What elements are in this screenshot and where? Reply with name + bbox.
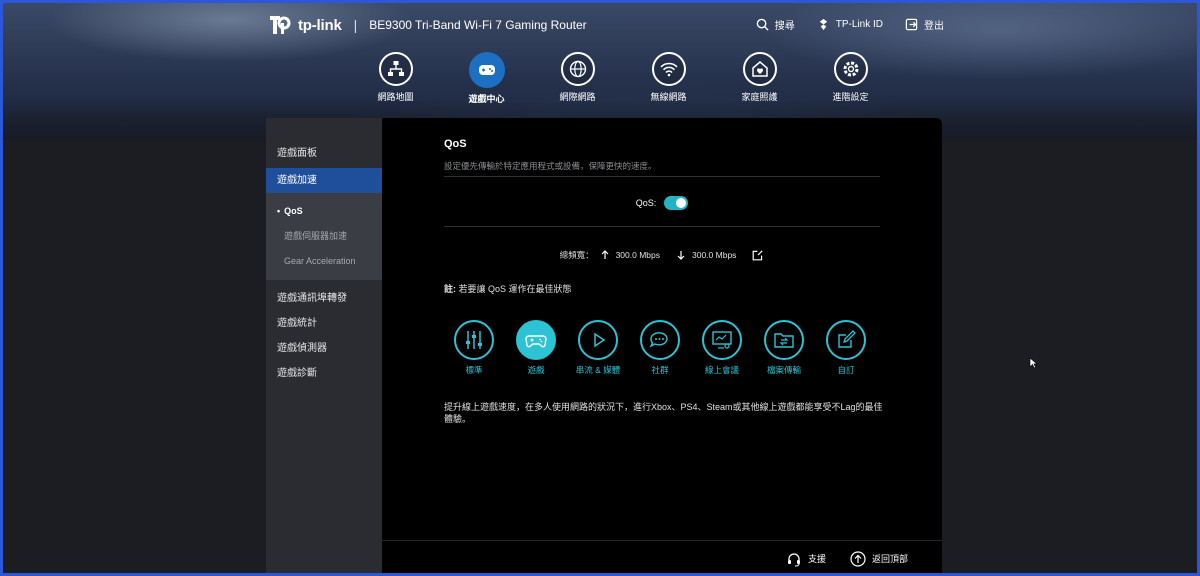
tplink-id-icon bbox=[819, 18, 827, 31]
nav-label: 無線網路 bbox=[650, 92, 687, 102]
mode-label: 社群 bbox=[651, 365, 669, 375]
upload-arrow-icon bbox=[601, 250, 609, 259]
search-button[interactable]: 搜尋 bbox=[756, 17, 795, 32]
upload-speed: 300.0 Mbps bbox=[615, 250, 660, 260]
arrow-up-circle-icon bbox=[850, 550, 866, 567]
home-care-icon bbox=[751, 61, 768, 77]
mode-social[interactable]: 社群 bbox=[640, 320, 680, 376]
logout-button[interactable]: 登出 bbox=[905, 17, 944, 32]
nav-label: 網路地圖 bbox=[377, 92, 414, 102]
mode-label: 遊戲 bbox=[527, 365, 545, 375]
search-label: 搜尋 bbox=[774, 21, 795, 32]
tplink-id-label: TP-Link ID bbox=[835, 19, 883, 30]
sidebar-item-game-detector[interactable]: 遊戲偵測器 bbox=[266, 336, 382, 361]
folder-transfer-icon bbox=[774, 333, 794, 348]
gamepad-icon bbox=[478, 65, 495, 75]
toggle-knob bbox=[676, 198, 687, 208]
download-speed: 300.0 Mbps bbox=[692, 250, 737, 260]
mode-label: 標準 bbox=[465, 365, 483, 375]
edit-bandwidth-icon[interactable] bbox=[752, 249, 764, 261]
brand: tp-link | BE9300 Tri-Band Wi-Fi 7 Gaming… bbox=[266, 12, 587, 38]
meeting-icon bbox=[712, 331, 732, 349]
gear-icon bbox=[843, 61, 858, 77]
download-arrow-icon bbox=[677, 251, 685, 260]
note-text: 若要讓 QoS 運作在最佳狀態 bbox=[456, 284, 572, 294]
nav-network-map[interactable]: 網路地圖 bbox=[350, 52, 441, 105]
support-button[interactable]: 支援 bbox=[786, 551, 826, 567]
note-prefix: 註: bbox=[444, 284, 456, 294]
logo-separator: | bbox=[353, 17, 358, 33]
qos-toggle-row: QoS: bbox=[444, 196, 880, 210]
chat-icon bbox=[649, 332, 668, 348]
mode-description: 提升線上遊戲速度，在多人使用網路的狀況下，進行Xbox、PS4、Steam或其他… bbox=[444, 402, 883, 424]
nav-advanced[interactable]: 進階設定 bbox=[805, 52, 896, 105]
sidebar-submenu: QoS 遊戲伺服器加速 Gear Acceleration bbox=[266, 193, 382, 280]
sidebar: 遊戲面板 遊戲加速 QoS 遊戲伺服器加速 Gear Acceleration … bbox=[266, 118, 382, 576]
sidebar-subitem-qos[interactable]: QoS bbox=[266, 199, 382, 224]
nav-game-center[interactable]: 遊戲中心 bbox=[441, 52, 532, 105]
network-map-icon bbox=[387, 61, 404, 76]
sidebar-subitem-game-server-acceleration[interactable]: 遊戲伺服器加速 bbox=[266, 224, 382, 249]
page-title: QoS bbox=[444, 138, 467, 150]
qos-toggle[interactable] bbox=[664, 196, 689, 210]
nav-label: 遊戲中心 bbox=[468, 94, 505, 104]
mode-label: 串流 & 媒體 bbox=[575, 365, 621, 375]
qos-mode-list: 標準 遊戲 串流 & 媒體 社群 線上會議 檔案傳輸 自訂 bbox=[454, 320, 866, 376]
edit-icon bbox=[838, 330, 856, 348]
gamepad-icon bbox=[525, 335, 547, 348]
mode-standard[interactable]: 標準 bbox=[454, 320, 494, 376]
mouse-cursor-icon bbox=[1029, 357, 1038, 369]
content-panel: QoS 設定優先傳輸於特定應用程式或設備，保障更快的速度。 QoS: 總頻寬： … bbox=[382, 118, 942, 576]
mode-label: 線上會議 bbox=[704, 365, 739, 375]
headset-icon bbox=[787, 552, 800, 566]
mode-online-meeting[interactable]: 線上會議 bbox=[702, 320, 742, 376]
sliders-icon bbox=[466, 331, 482, 349]
globe-icon bbox=[569, 60, 586, 78]
divider bbox=[444, 176, 880, 177]
sidebar-item-port-forwarding[interactable]: 遊戲通訊埠轉發 bbox=[266, 286, 382, 311]
tplink-logo-icon bbox=[266, 12, 292, 38]
model-name: BE9300 Tri-Band Wi-Fi 7 Gaming Router bbox=[369, 18, 587, 32]
nav-internet[interactable]: 網際網路 bbox=[532, 52, 623, 105]
sidebar-item-game-acceleration[interactable]: 遊戲加速 bbox=[266, 168, 382, 193]
back-to-top-label: 返回頂部 bbox=[871, 554, 908, 564]
mode-streaming[interactable]: 串流 & 媒體 bbox=[575, 320, 621, 376]
mode-label: 檔案傳輸 bbox=[766, 365, 801, 375]
sidebar-item-game-panel[interactable]: 遊戲面板 bbox=[266, 141, 382, 166]
nav-home-care[interactable]: 家庭照護 bbox=[714, 52, 805, 105]
sidebar-item-game-diagnostics[interactable]: 遊戲診斷 bbox=[266, 361, 382, 386]
sidebar-item-game-stats[interactable]: 遊戲統計 bbox=[266, 311, 382, 336]
support-label: 支援 bbox=[807, 554, 826, 564]
divider bbox=[444, 226, 880, 227]
qos-note: 註: 若要讓 QoS 運作在最佳狀態 bbox=[444, 282, 572, 295]
top-actions: 搜尋 TP-Link ID 登出 bbox=[756, 17, 944, 32]
nav-label: 家庭照護 bbox=[741, 92, 778, 102]
qos-toggle-label: QoS: bbox=[635, 198, 657, 208]
tplink-id-button[interactable]: TP-Link ID bbox=[817, 17, 883, 32]
nav-label: 進階設定 bbox=[832, 92, 869, 102]
mode-label: 自訂 bbox=[837, 365, 855, 375]
main-nav: 網路地圖 遊戲中心 網際網路 無線網路 家庭照護 進階設定 bbox=[350, 52, 896, 105]
mode-file-transfer[interactable]: 檔案傳輸 bbox=[764, 320, 804, 376]
bandwidth-label: 總頻寬： bbox=[559, 250, 594, 260]
sidebar-subitem-gear-acceleration[interactable]: Gear Acceleration bbox=[266, 249, 382, 274]
wifi-icon bbox=[659, 62, 678, 77]
page-description: 設定優先傳輸於特定應用程式或設備，保障更快的速度。 bbox=[444, 161, 657, 171]
search-icon bbox=[756, 18, 769, 31]
play-icon bbox=[594, 332, 606, 348]
logout-label: 登出 bbox=[924, 21, 944, 32]
nav-wireless[interactable]: 無線網路 bbox=[623, 52, 714, 105]
mode-gaming[interactable]: 遊戲 bbox=[516, 320, 556, 376]
panel-footer: 支援 返回頂部 bbox=[382, 540, 942, 576]
mode-custom[interactable]: 自訂 bbox=[826, 320, 866, 376]
back-to-top-button[interactable]: 返回頂部 bbox=[850, 550, 908, 567]
logout-icon bbox=[905, 18, 918, 31]
bandwidth-row: 總頻寬： 300.0 Mbps 300.0 Mbps bbox=[444, 249, 880, 261]
logo-text: tp-link bbox=[298, 16, 342, 34]
nav-label: 網際網路 bbox=[559, 92, 596, 102]
